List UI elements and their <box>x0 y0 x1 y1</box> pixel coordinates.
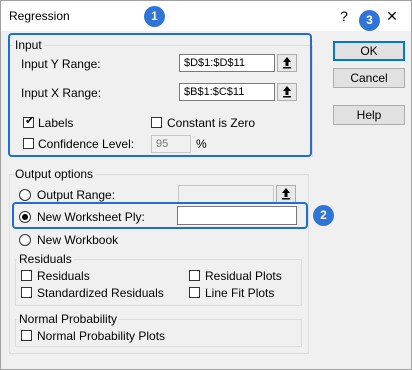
callout-badge-3: 3 <box>359 10 380 31</box>
help-question-icon[interactable]: ? <box>333 5 355 27</box>
close-icon[interactable]: ✕ <box>381 5 403 27</box>
collapse-dialog-icon <box>282 188 290 200</box>
output-range-radio[interactable] <box>19 189 31 201</box>
residual-plots-checkbox[interactable] <box>189 270 200 281</box>
residuals-group-label: Residuals <box>17 252 74 266</box>
callout-badge-1: 1 <box>144 6 165 27</box>
normal-probability-plots-label: Normal Probability Plots <box>37 329 166 343</box>
residuals-label: Residuals <box>37 269 90 283</box>
new-worksheet-highlight <box>12 202 308 229</box>
residuals-checkbox[interactable] <box>21 270 32 281</box>
new-workbook-label: New Workbook <box>37 233 119 247</box>
output-range-label: Output Range: <box>37 188 116 202</box>
standardized-residuals-label: Standardized Residuals <box>37 286 164 300</box>
title-bar: Regression ? ✕ <box>1 1 411 31</box>
normal-probability-group-label: Normal Probability <box>17 312 120 326</box>
regression-dialog: Regression ? ✕ Input Input Y Range: $D$1… <box>0 0 412 370</box>
input-group-highlight <box>8 33 312 157</box>
output-range-field[interactable] <box>178 185 274 203</box>
line-fit-plots-checkbox[interactable] <box>189 287 200 298</box>
standardized-residuals-checkbox[interactable] <box>21 287 32 298</box>
window-title: Regression <box>9 9 70 23</box>
output-range-collapse-button[interactable] <box>276 185 296 203</box>
new-workbook-radio[interactable] <box>19 234 31 246</box>
ok-button[interactable]: OK <box>333 41 405 61</box>
output-options-label: Output options <box>13 167 96 181</box>
cancel-button[interactable]: Cancel <box>333 68 405 88</box>
normal-probability-plots-checkbox[interactable] <box>21 330 32 341</box>
residual-plots-label: Residual Plots <box>205 269 282 283</box>
help-button[interactable]: Help <box>333 105 405 125</box>
callout-badge-2: 2 <box>313 205 334 226</box>
line-fit-plots-label: Line Fit Plots <box>205 286 275 300</box>
